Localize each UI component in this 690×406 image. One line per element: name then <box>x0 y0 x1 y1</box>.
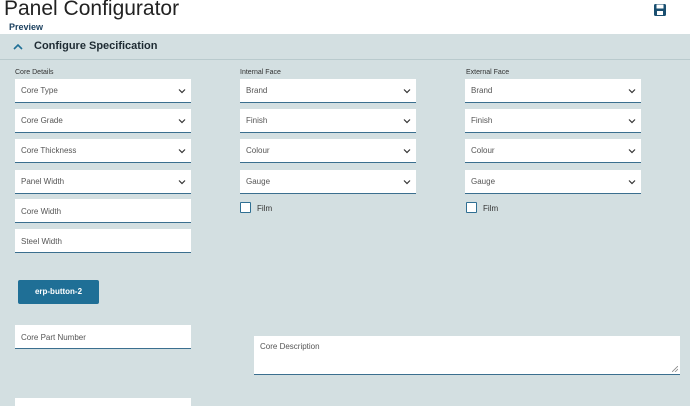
core-thickness-select[interactable]: Core Thickness <box>15 139 191 163</box>
internal-brand-select[interactable]: Brand <box>240 79 416 103</box>
checkbox-box[interactable] <box>466 202 477 213</box>
chevron-down-icon <box>628 149 636 154</box>
chevron-down-icon <box>403 180 411 185</box>
core-part-number-placeholder: Core Part Number <box>21 333 86 342</box>
bottom-field[interactable] <box>15 398 191 406</box>
chevron-down-icon <box>178 149 186 154</box>
core-thickness-select-value: Core Thickness <box>21 146 77 155</box>
chevron-down-icon <box>178 180 186 185</box>
core-part-number-field[interactable]: Core Part Number <box>15 325 191 349</box>
core-grade-select[interactable]: Core Grade <box>15 109 191 133</box>
external-finish-select-value: Finish <box>471 116 493 125</box>
internal-gauge-select-value: Gauge <box>246 177 271 186</box>
external-gauge-select-value: Gauge <box>471 177 496 186</box>
internal-film-label: Film <box>257 204 273 213</box>
core-type-select[interactable]: Core Type <box>15 79 191 103</box>
external-brand-select[interactable]: Brand <box>465 79 641 103</box>
internal-finish-select[interactable]: Finish <box>240 109 416 133</box>
chevron-up-icon[interactable] <box>12 41 24 53</box>
core-width-placeholder: Core Width <box>21 207 62 216</box>
internal-colour-select-value: Colour <box>246 146 270 155</box>
chevron-down-icon <box>403 149 411 154</box>
chevron-down-icon <box>628 119 636 124</box>
save-icon[interactable] <box>653 3 667 17</box>
external-colour-select[interactable]: Colour <box>465 139 641 163</box>
section-title: Configure Specification <box>34 40 158 52</box>
chevron-down-icon <box>403 89 411 94</box>
internal-colour-select[interactable]: Colour <box>240 139 416 163</box>
external-brand-select-value: Brand <box>471 86 493 95</box>
page-title: Panel Configurator <box>4 0 180 20</box>
steel-width-placeholder: Steel Width <box>21 237 62 246</box>
core-width-field[interactable]: Core Width <box>15 199 191 223</box>
chevron-down-icon <box>403 119 411 124</box>
external-colour-select-value: Colour <box>471 146 495 155</box>
core-grade-select-value: Core Grade <box>21 116 63 125</box>
panel-width-select[interactable]: Panel Width <box>15 170 191 194</box>
panel-width-select-value: Panel Width <box>21 177 65 186</box>
internal-gauge-select[interactable]: Gauge <box>240 170 416 194</box>
internal-face-label: Internal Face <box>240 69 281 76</box>
top-bar: Panel Configurator Preview <box>0 0 690 34</box>
checkbox-box[interactable] <box>240 202 251 213</box>
resize-handle-icon[interactable] <box>672 366 678 372</box>
chevron-down-icon <box>628 89 636 94</box>
internal-finish-select-value: Finish <box>246 116 268 125</box>
chevron-down-icon <box>178 119 186 124</box>
steel-width-field[interactable]: Steel Width <box>15 229 191 253</box>
erp-button[interactable]: erp-button-2 <box>18 280 99 304</box>
chevron-down-icon <box>178 89 186 94</box>
section-header[interactable]: Configure Specification <box>0 34 690 60</box>
external-face-label: External Face <box>466 69 510 76</box>
chevron-down-icon <box>628 180 636 185</box>
core-description-placeholder: Core Description <box>260 342 320 351</box>
external-finish-select[interactable]: Finish <box>465 109 641 133</box>
internal-brand-select-value: Brand <box>246 86 268 95</box>
core-details-label: Core Details <box>15 69 54 76</box>
core-type-select-value: Core Type <box>21 86 58 95</box>
external-film-label: Film <box>483 204 499 213</box>
external-gauge-select[interactable]: Gauge <box>465 170 641 194</box>
preview-link[interactable]: Preview <box>9 22 43 32</box>
core-description-textarea[interactable]: Core Description <box>254 336 680 375</box>
